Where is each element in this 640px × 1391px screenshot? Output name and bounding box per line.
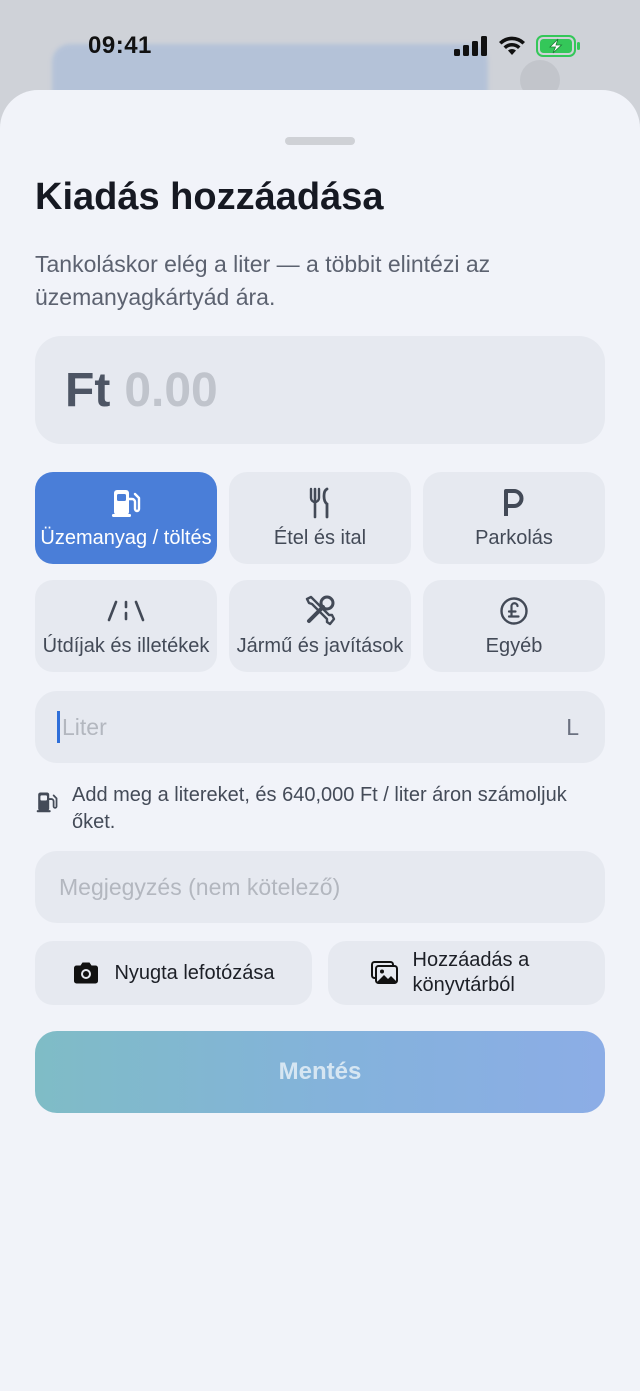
sheet-grabber[interactable]	[285, 137, 355, 145]
text-cursor	[57, 711, 60, 743]
amount-currency: Ft	[65, 363, 111, 417]
category-label: Egyéb	[485, 634, 543, 657]
tools-icon	[303, 595, 337, 627]
sheet-subtitle: Tankoláskor elég a liter — a többit elin…	[35, 251, 491, 310]
sheet-title: Kiadás hozzáadása	[35, 176, 384, 218]
category-label: Étel és ital	[273, 526, 367, 549]
liter-field[interactable]: L	[35, 691, 605, 763]
amount-field[interactable]: Ft 0.00	[35, 336, 605, 444]
take-receipt-photo-button[interactable]: Nyugta lefotózása	[35, 941, 312, 1005]
attachment-row: Nyugta lefotózása Hozzáadás a könyvtárbó…	[35, 941, 605, 1005]
category-parking[interactable]: Parkolás	[423, 472, 605, 564]
save-button[interactable]: Mentés	[35, 1031, 605, 1113]
amount-value: 0.00	[124, 363, 218, 417]
status-time: 09:41	[88, 32, 152, 59]
add-from-library-button[interactable]: Hozzáadás a könyvtárból	[328, 941, 605, 1005]
category-food-drink[interactable]: Étel és ital	[229, 472, 411, 564]
fuel-pump-icon	[36, 790, 58, 819]
liter-unit: L	[566, 713, 579, 740]
category-label: Útdíjak és illetékek	[42, 634, 210, 657]
take-receipt-photo-label: Nyugta lefotózása	[114, 961, 275, 984]
add-from-library-label: Hozzáadás a könyvtárból	[412, 949, 530, 996]
category-grid: Üzemanyag / töltés Étel és ital Parkolás	[35, 472, 605, 672]
category-tolls[interactable]: Útdíjak és illetékek	[35, 580, 217, 672]
hint-text: Add meg a litereket, és 640,000 Ft / lit…	[72, 784, 567, 833]
cellular-signal-icon	[454, 36, 487, 56]
wifi-icon	[499, 36, 525, 55]
camera-icon	[74, 962, 99, 984]
photo-library-icon	[370, 961, 398, 984]
fuel-price-hint: Add meg a litereket, és 640,000 Ft / lit…	[36, 782, 596, 836]
pound-circle-icon	[499, 595, 529, 627]
category-vehicle-repairs[interactable]: Jármű és javítások	[229, 580, 411, 672]
fork-knife-icon	[307, 487, 333, 519]
category-label: Parkolás	[475, 526, 553, 549]
status-icons	[454, 35, 582, 57]
note-field[interactable]	[35, 851, 605, 923]
parking-icon	[502, 487, 526, 519]
road-icon	[106, 595, 146, 627]
status-bar: 09:41	[0, 0, 640, 92]
category-fuel[interactable]: Üzemanyag / töltés	[35, 472, 217, 564]
save-button-label: Mentés	[278, 1058, 362, 1085]
liter-input[interactable]	[62, 713, 567, 741]
category-other[interactable]: Egyéb	[423, 580, 605, 672]
category-label: Jármű és javítások	[236, 634, 404, 657]
note-input[interactable]	[59, 873, 581, 901]
add-expense-sheet: Kiadás hozzáadása Tankoláskor elég a lit…	[0, 90, 640, 1391]
battery-charging-icon	[536, 35, 580, 57]
fuel-pump-icon	[111, 487, 141, 519]
category-label: Üzemanyag / töltés	[40, 526, 212, 549]
